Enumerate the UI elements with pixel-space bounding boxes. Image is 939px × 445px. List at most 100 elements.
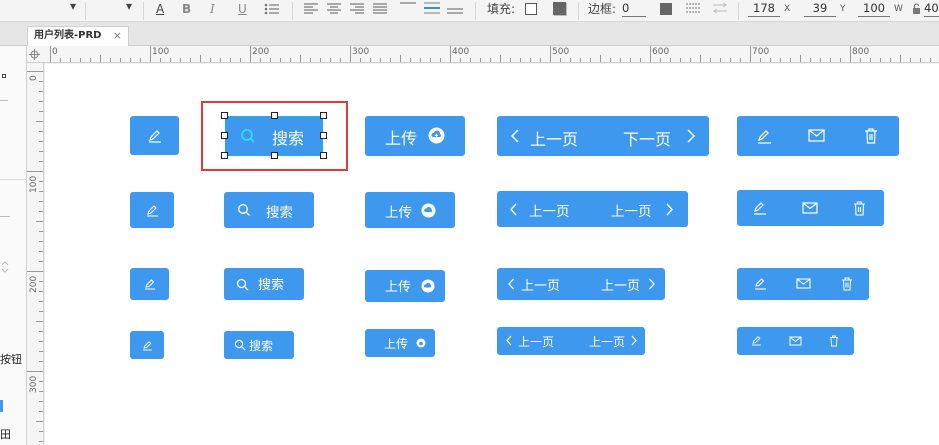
ruler-tick [190, 58, 191, 62]
ruler-tick [39, 381, 43, 382]
line-style-icon[interactable] [686, 2, 700, 14]
resize-handle[interactable] [271, 112, 278, 119]
ruler-tick [90, 58, 91, 62]
align-right-icon[interactable] [350, 3, 364, 14]
dropdown-arrow-icon[interactable]: ▾ [70, 0, 76, 17]
edit-icon[interactable] [753, 201, 767, 215]
edit-icon [147, 205, 158, 217]
valign-top-icon[interactable] [400, 1, 416, 15]
edit-button-small[interactable] [130, 268, 169, 300]
ruler-tick [670, 58, 671, 62]
pagination-button-medium[interactable]: 上一页 上一页 [497, 191, 688, 227]
border-width-input[interactable]: 0 [622, 1, 646, 17]
search-button-medium[interactable]: 搜索 [224, 192, 314, 228]
trash-icon[interactable] [864, 128, 878, 144]
next-page-label[interactable]: 上一页 [589, 333, 625, 350]
prev-page-label[interactable]: 上一页 [530, 126, 578, 150]
search-button-small[interactable]: 搜索 [224, 268, 304, 300]
prev-page-label[interactable]: 上一页 [521, 275, 560, 294]
resize-handle[interactable] [320, 152, 327, 159]
bold-icon[interactable]: B [182, 0, 191, 20]
mail-icon[interactable] [808, 129, 825, 142]
trash-icon[interactable] [829, 335, 839, 347]
upload-button-xsmall[interactable]: 上传 [365, 329, 435, 357]
tab-user-list-prd[interactable]: 用户列表-PRD × [27, 26, 129, 46]
valign-middle-icon[interactable] [424, 1, 440, 15]
edit-button-medium[interactable] [130, 192, 174, 228]
valign-bottom-icon[interactable] [447, 1, 463, 15]
trash-icon[interactable] [841, 277, 853, 291]
resize-handle[interactable] [320, 112, 327, 119]
trash-icon[interactable] [853, 201, 866, 216]
ruler-tick [460, 58, 461, 62]
ruler-tick [620, 58, 621, 62]
resize-handle[interactable] [221, 152, 228, 159]
design-canvas[interactable]: 搜索 上传 上一页 下一页 搜索 上传 上一页 上一页 搜索 上传 上一页 上一… [45, 64, 939, 445]
shadow-icon[interactable] [553, 2, 566, 15]
ruler-tick [39, 241, 43, 242]
list-icon[interactable] [264, 3, 280, 15]
cloud-upload-icon [416, 338, 426, 348]
upload-button-small[interactable]: 上传 [365, 270, 445, 302]
font-color-icon[interactable]: A [156, 0, 164, 20]
align-left-icon[interactable] [304, 3, 318, 14]
italic-icon[interactable]: I [210, 0, 215, 20]
ruler-tick [470, 58, 471, 62]
x-input[interactable]: 178 [748, 1, 780, 17]
ruler-tick [39, 351, 43, 352]
pagination-button-small[interactable]: 上一页 上一页 [497, 268, 665, 300]
mail-icon[interactable] [789, 336, 802, 346]
close-icon[interactable]: × [113, 27, 122, 45]
y-input[interactable]: 39 [804, 1, 836, 17]
edit-button-large[interactable] [130, 116, 179, 155]
width-input[interactable]: 100 [858, 1, 890, 17]
ruler-tick [27, 371, 43, 372]
ruler-tick [400, 55, 401, 62]
next-page-label[interactable]: 上一页 [601, 275, 640, 294]
ruler-tick [39, 91, 43, 92]
ruler-label: 300 [352, 47, 370, 57]
search-button-xsmall[interactable]: 搜索 [224, 331, 294, 359]
border-color-swatch[interactable] [660, 3, 672, 15]
search-label: 搜索 [266, 205, 293, 221]
resize-handle[interactable] [320, 132, 327, 139]
edit-icon[interactable] [757, 129, 772, 144]
ruler-tick [39, 201, 43, 202]
chevron-left-icon [508, 278, 514, 290]
ruler-label: 400 [452, 47, 470, 57]
underline-icon[interactable]: U [238, 0, 247, 20]
ruler-tick [660, 58, 661, 62]
crosshair-icon[interactable] [29, 49, 40, 60]
resize-handle[interactable] [221, 132, 228, 139]
font-size-dropdown-icon[interactable]: ▾ [126, 0, 132, 17]
fill-color-swatch[interactable] [525, 3, 537, 15]
resize-handle[interactable] [221, 112, 228, 119]
resize-handle[interactable] [271, 152, 278, 159]
lock-icon[interactable] [912, 3, 921, 15]
cloud-upload-icon [421, 203, 436, 218]
ruler-tick [140, 58, 141, 62]
stepper-icon[interactable] [0, 259, 10, 275]
upload-button-medium[interactable]: 上传 [365, 192, 455, 228]
height-input[interactable]: 40 [924, 1, 939, 17]
align-center-icon[interactable] [327, 3, 341, 14]
edit-button-xsmall[interactable] [130, 331, 164, 359]
edit-icon[interactable] [754, 277, 767, 290]
prev-page-label[interactable]: 上一页 [518, 333, 554, 350]
pagination-button-xsmall[interactable]: 上一页 上一页 [497, 327, 645, 355]
chevron-left-icon [510, 129, 519, 143]
next-page-label[interactable]: 上一页 [611, 200, 652, 220]
search-icon [236, 278, 249, 291]
justify-icon[interactable] [373, 3, 387, 14]
chevron-left-icon [510, 203, 517, 216]
upload-button-large[interactable]: 上传 [365, 116, 465, 156]
mail-icon[interactable] [802, 202, 818, 214]
pagination-button-large[interactable]: 上一页 下一页 [497, 116, 709, 156]
x-label: X [784, 4, 791, 14]
arrow-style-icon[interactable] [712, 2, 728, 14]
next-page-label[interactable]: 下一页 [623, 126, 671, 150]
mail-icon[interactable] [796, 278, 811, 289]
edit-icon[interactable] [751, 335, 762, 346]
prev-page-label[interactable]: 上一页 [529, 200, 570, 220]
ruler-tick [880, 58, 881, 62]
